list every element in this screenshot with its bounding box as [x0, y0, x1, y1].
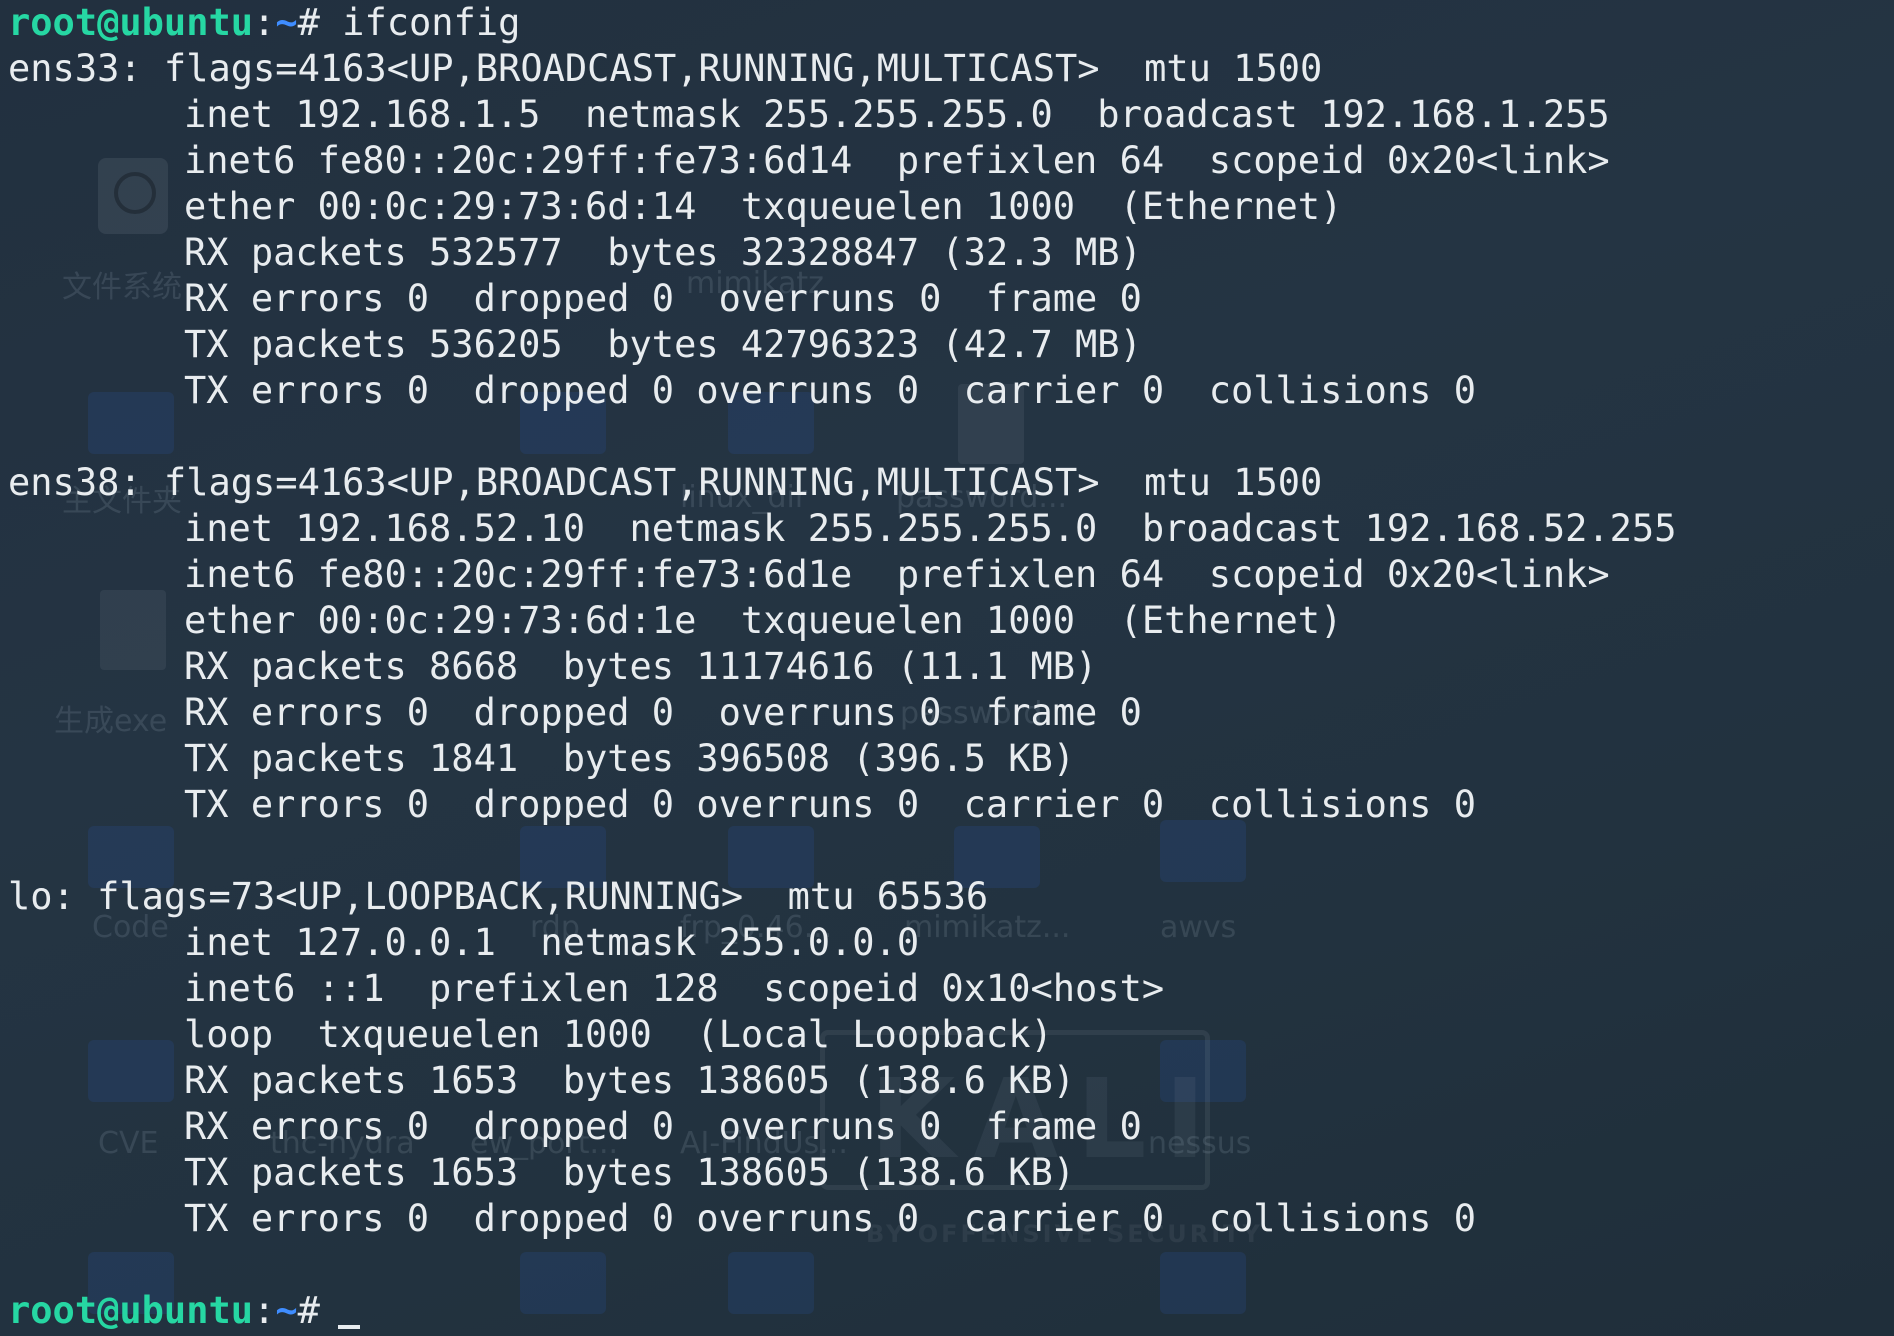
prompt-user-host: root@ubuntu — [8, 1289, 254, 1332]
prompt-path: ~ — [275, 1289, 298, 1332]
text-cursor — [337, 1325, 360, 1329]
interface-header-ens38: ens38: flags=4163<UP,BROADCAST,RUNNING,M… — [8, 461, 1323, 504]
prompt-symbol: # — [297, 1, 320, 44]
ens38-tx-errors-line: TX errors 0 dropped 0 overruns 0 carrier… — [184, 783, 1477, 826]
ens33-rx-packets-line: RX packets 532577 bytes 32328847 (32.3 M… — [184, 231, 1142, 274]
prompt-path: ~ — [275, 1, 298, 44]
lo-rx-packets-line: RX packets 1653 bytes 138605 (138.6 KB) — [184, 1059, 1076, 1102]
ens38-ether-line: ether 00:0c:29:73:6d:1e txqueuelen 1000 … — [184, 599, 1343, 642]
prompt-user-host: root@ubuntu — [8, 1, 254, 44]
ens33-inet6-line: inet6 fe80::20c:29ff:fe73:6d14 prefixlen… — [184, 139, 1610, 182]
lo-tx-errors-line: TX errors 0 dropped 0 overruns 0 carrier… — [184, 1197, 1477, 1240]
ens38-rx-errors-line: RX errors 0 dropped 0 overruns 0 frame 0 — [184, 691, 1142, 734]
active-prompt-line[interactable]: root@ubuntu:~# — [8, 1288, 1894, 1334]
ens38-inet6-line: inet6 fe80::20c:29ff:fe73:6d1e prefixlen… — [184, 553, 1610, 596]
ens33-ether-line: ether 00:0c:29:73:6d:14 txqueuelen 1000 … — [184, 185, 1343, 228]
terminal-output[interactable]: root@ubuntu:~# ifconfig ens33: flags=416… — [8, 0, 1894, 1336]
lo-inet6-line: inet6 ::1 prefixlen 128 scopeid 0x10<hos… — [184, 967, 1165, 1010]
prompt-separator: : — [253, 1289, 276, 1332]
ens38-tx-packets-line: TX packets 1841 bytes 396508 (396.5 KB) — [184, 737, 1076, 780]
ens33-tx-errors-line: TX errors 0 dropped 0 overruns 0 carrier… — [184, 369, 1477, 412]
lo-tx-packets-line: TX packets 1653 bytes 138605 (138.6 KB) — [184, 1151, 1076, 1194]
prompt-symbol: # — [297, 1289, 320, 1332]
lo-loop-line: loop txqueuelen 1000 (Local Loopback) — [184, 1013, 1053, 1056]
lo-inet-line: inet 127.0.0.1 netmask 255.0.0.0 — [184, 921, 920, 964]
ens38-rx-packets-line: RX packets 8668 bytes 11174616 (11.1 MB) — [184, 645, 1098, 688]
interface-header-lo: lo: flags=73<UP,LOOPBACK,RUNNING> mtu 65… — [8, 875, 989, 918]
ens33-tx-packets-line: TX packets 536205 bytes 42796323 (42.7 M… — [184, 323, 1142, 366]
ens33-inet-line: inet 192.168.1.5 netmask 255.255.255.0 b… — [184, 93, 1610, 136]
ens38-inet-line: inet 192.168.52.10 netmask 255.255.255.0… — [184, 507, 1677, 550]
command-prompt-line: root@ubuntu:~# ifconfig — [8, 0, 1894, 46]
prompt-separator: : — [253, 1, 276, 44]
lo-rx-errors-line: RX errors 0 dropped 0 overruns 0 frame 0 — [184, 1105, 1142, 1148]
interface-header-ens33: ens33: flags=4163<UP,BROADCAST,RUNNING,M… — [8, 47, 1323, 90]
ens33-rx-errors-line: RX errors 0 dropped 0 overruns 0 frame 0 — [184, 277, 1142, 320]
command-text: ifconfig — [319, 1, 521, 44]
